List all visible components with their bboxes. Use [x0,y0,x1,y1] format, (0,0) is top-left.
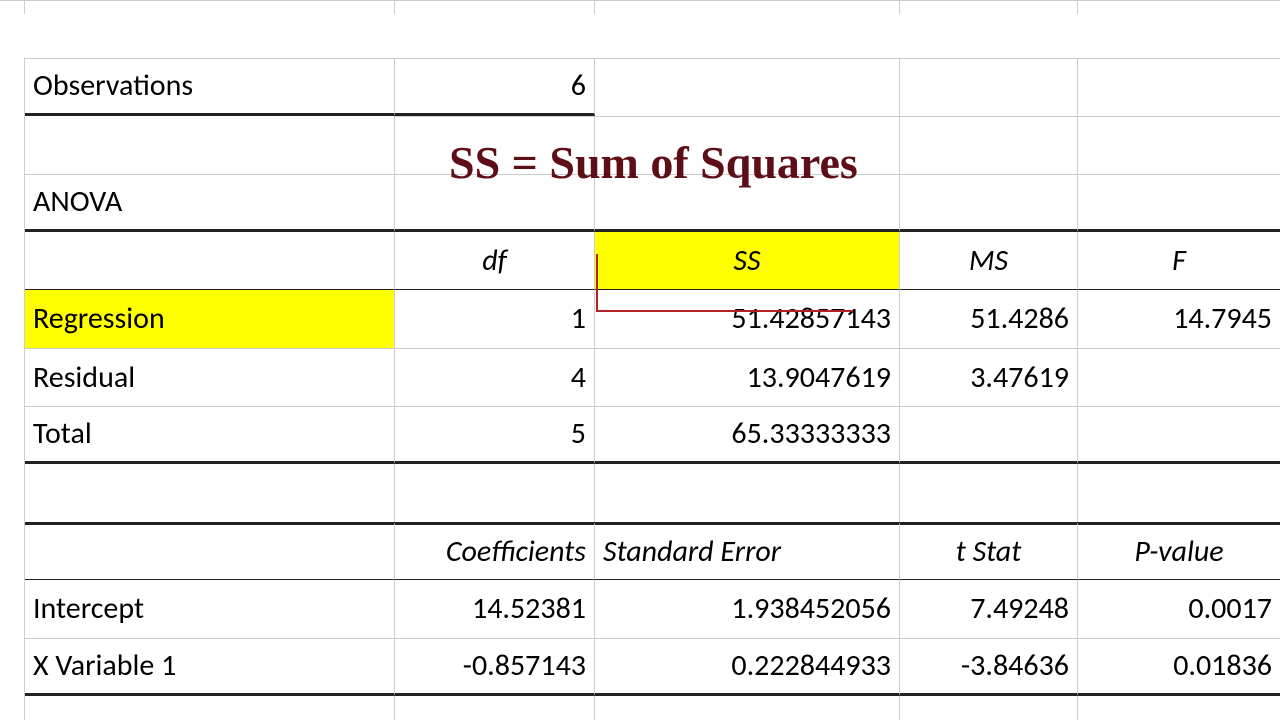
row-edge [0,580,25,638]
xvar1-coef[interactable]: -0.857143 [395,638,595,696]
cell-blank[interactable] [595,0,900,14]
cell-blank[interactable] [395,696,595,720]
cell-blank[interactable] [595,174,900,232]
cell-blank[interactable] [395,464,595,522]
observations-value[interactable]: 6 [395,58,595,116]
residual-df[interactable]: 4 [395,348,595,406]
regression-f[interactable]: 14.7945 [1078,290,1280,348]
cell-blank[interactable] [900,58,1078,116]
row-edge [0,116,25,174]
cell-blank[interactable] [595,58,900,116]
row-edge [0,696,25,720]
cell-blank[interactable] [395,0,595,14]
cell-blank[interactable] [595,464,900,522]
total-label[interactable]: Total [25,406,395,464]
regression-df[interactable]: 1 [395,290,595,348]
observations-label[interactable]: Observations [25,58,395,116]
intercept-coef[interactable]: 14.52381 [395,580,595,638]
row-edge [0,638,25,696]
cell-blank[interactable] [1078,174,1280,232]
cell-blank[interactable] [1078,0,1280,14]
cell-blank[interactable] [595,696,900,720]
xvar1-se[interactable]: 0.222844933 [595,638,900,696]
cell-blank[interactable] [595,116,900,174]
intercept-se[interactable]: 1.938452056 [595,580,900,638]
cell-blank[interactable] [25,232,395,290]
total-ss[interactable]: 65.33333333 [595,406,900,464]
anova-header-df[interactable]: df [395,232,595,290]
coef-header-se[interactable]: Standard Error [595,522,900,580]
row-edge [0,0,25,14]
row-edge [0,464,25,522]
anova-header-f[interactable]: F [1078,232,1280,290]
residual-ms[interactable]: 3.47619 [900,348,1078,406]
anova-header-ms[interactable]: MS [900,232,1078,290]
cell-blank[interactable] [1078,58,1280,116]
cell-blank[interactable] [1078,116,1280,174]
row-edge [0,174,25,232]
regression-ss[interactable]: 51.42857143 [595,290,900,348]
cell-blank[interactable] [395,116,595,174]
row-edge [0,522,25,580]
anova-header-ss[interactable]: SS [595,232,900,290]
cell-blank[interactable] [1078,696,1280,720]
cell-blank[interactable] [900,174,1078,232]
cell-blank[interactable] [1078,464,1280,522]
cell-blank[interactable] [25,696,395,720]
total-df[interactable]: 5 [395,406,595,464]
cell-blank[interactable] [25,0,395,14]
cell-blank[interactable] [25,522,395,580]
residual-label[interactable]: Residual [25,348,395,406]
coef-header-coefficients[interactable]: Coefficients [395,522,595,580]
cell-blank[interactable] [900,116,1078,174]
anova-label[interactable]: ANOVA [25,174,395,232]
cell-blank[interactable] [900,0,1078,14]
row-edge [0,232,25,290]
regression-ms[interactable]: 51.4286 [900,290,1078,348]
total-f[interactable] [1078,406,1280,464]
row-edge [0,348,25,406]
regression-label[interactable]: Regression [25,290,395,348]
coef-header-p[interactable]: P-value [1078,522,1280,580]
intercept-p[interactable]: 0.0017 [1078,580,1280,638]
xvar1-p[interactable]: 0.01836 [1078,638,1280,696]
intercept-label[interactable]: Intercept [25,580,395,638]
xvar1-t[interactable]: -3.84636 [900,638,1078,696]
residual-ss[interactable]: 13.9047619 [595,348,900,406]
intercept-t[interactable]: 7.49248 [900,580,1078,638]
cell-blank[interactable] [900,696,1078,720]
xvar1-label[interactable]: X Variable 1 [25,638,395,696]
row-edge [0,58,25,116]
coef-header-t[interactable]: t Stat [900,522,1078,580]
cell-blank[interactable] [395,174,595,232]
spreadsheet: Observations 6 ANOVA df SS MS F Regressi… [0,0,1280,720]
cell-blank[interactable] [25,464,395,522]
row-edge [0,290,25,348]
residual-f[interactable] [1078,348,1280,406]
total-ms[interactable] [900,406,1078,464]
cell-blank[interactable] [25,116,395,174]
cell-blank[interactable] [900,464,1078,522]
row-edge [0,406,25,464]
